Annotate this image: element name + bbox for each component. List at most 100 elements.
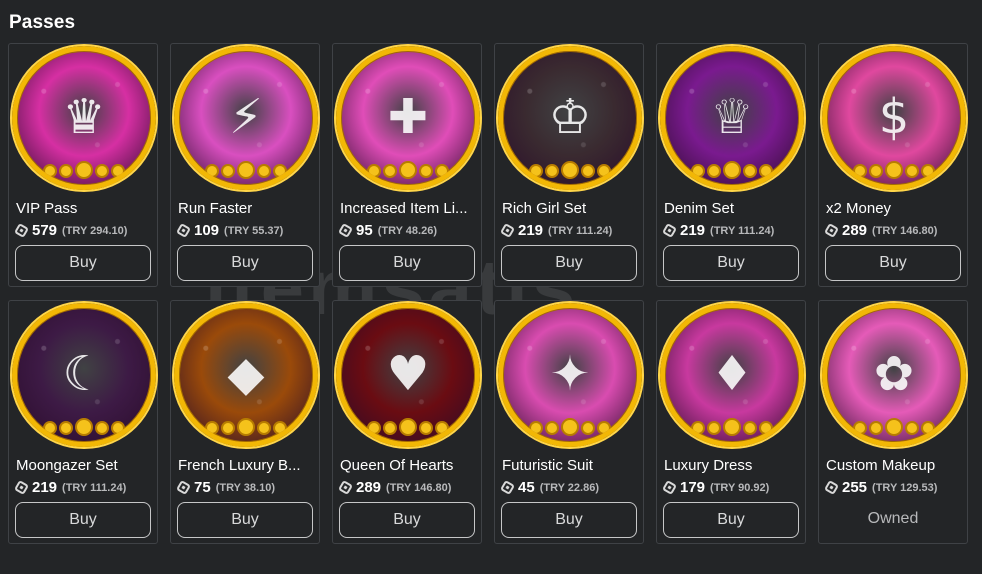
coin-icon xyxy=(435,164,449,178)
coin-icon xyxy=(95,421,109,435)
coin-icon xyxy=(691,421,705,435)
pass-name[interactable]: Custom Makeup xyxy=(826,457,964,474)
buy-button[interactable]: Buy xyxy=(825,245,961,281)
money-bills-icon[interactable]: $ xyxy=(822,46,966,190)
pass-name[interactable]: Run Faster xyxy=(178,200,316,217)
coin-icon xyxy=(237,418,255,436)
pass-name[interactable]: Denim Set xyxy=(664,200,802,217)
rich-girl-avatar-icon[interactable]: ♔ xyxy=(498,46,642,190)
pass-name[interactable]: VIP Pass xyxy=(16,200,154,217)
local-price: (TRY 90.92) xyxy=(710,481,770,494)
coin-icon xyxy=(75,418,93,436)
robux-icon xyxy=(13,222,30,239)
local-price: (TRY 48.26) xyxy=(377,224,437,237)
pass-name[interactable]: Moongazer Set xyxy=(16,457,154,474)
pass-card[interactable]: ♥ Queen Of Hearts 289 (TRY 146.80) Buy xyxy=(332,300,482,544)
vip-crown-icon[interactable]: ♛ xyxy=(12,46,156,190)
pass-card[interactable]: ♦ Luxury Dress 179 (TRY 90.92) Buy xyxy=(656,300,806,544)
buy-button[interactable]: Buy xyxy=(501,245,637,281)
robux-price: 289 xyxy=(842,222,868,239)
robux-price: 219 xyxy=(32,479,58,496)
queen-hearts-avatar-icon[interactable]: ♥ xyxy=(336,303,480,447)
moongazer-avatar-icon[interactable]: ☾ xyxy=(12,303,156,447)
price-row: 579 (TRY 294.10) xyxy=(13,222,128,239)
coin-icon xyxy=(257,164,271,178)
coins-decoration xyxy=(827,418,961,436)
pass-name[interactable]: Luxury Dress xyxy=(664,457,802,474)
pass-card[interactable]: ⚡ Run Faster 109 (TRY 55.37) Buy xyxy=(170,43,320,287)
robux-price: 75 xyxy=(194,479,211,496)
section-title: Passes xyxy=(9,12,76,33)
clothing-plus-icon[interactable]: ✚ xyxy=(336,46,480,190)
pass-card[interactable]: ✿ Custom Makeup 255 (TRY 129.53) Owned xyxy=(818,300,968,544)
robux-icon xyxy=(661,479,678,496)
coin-icon xyxy=(43,421,57,435)
robux-price: 219 xyxy=(680,222,706,239)
robux-price: 95 xyxy=(356,222,373,239)
thumbnail-glyph: ☾ xyxy=(62,346,106,402)
thumbnail-glyph: ♥ xyxy=(386,346,430,402)
coin-icon xyxy=(367,421,381,435)
coin-icon xyxy=(597,421,611,435)
pass-name[interactable]: Rich Girl Set xyxy=(502,200,640,217)
futuristic-suit-icon[interactable]: ✦ xyxy=(498,303,642,447)
coin-icon xyxy=(435,421,449,435)
robux-price: 255 xyxy=(842,479,868,496)
coin-icon xyxy=(545,164,559,178)
coin-icon xyxy=(383,421,397,435)
high-heel-shoe-icon[interactable]: ⚡ xyxy=(174,46,318,190)
denim-avatar-icon[interactable]: ♕ xyxy=(660,46,804,190)
luxury-bag-icon[interactable]: ◆ xyxy=(174,303,318,447)
buy-button[interactable]: Buy xyxy=(15,502,151,538)
buy-button[interactable]: Buy xyxy=(663,245,799,281)
thumbnail-glyph: ♔ xyxy=(548,89,592,145)
coin-icon xyxy=(561,418,579,436)
pass-card[interactable]: ◆ French Luxury B... 75 (TRY 38.10) Buy xyxy=(170,300,320,544)
coin-icon xyxy=(205,421,219,435)
coins-decoration xyxy=(503,161,637,179)
pass-card[interactable]: $ x2 Money 289 (TRY 146.80) Buy xyxy=(818,43,968,287)
pass-name[interactable]: Increased Item Li... xyxy=(340,200,478,217)
price-row: 179 (TRY 90.92) xyxy=(661,479,770,496)
coin-icon xyxy=(707,164,721,178)
buy-button[interactable]: Buy xyxy=(339,502,475,538)
pass-card[interactable]: ☾ Moongazer Set 219 (TRY 111.24) Buy xyxy=(8,300,158,544)
robux-icon xyxy=(499,222,516,239)
buy-button[interactable]: Buy xyxy=(15,245,151,281)
coin-icon xyxy=(273,164,287,178)
pass-card[interactable]: ♔ Rich Girl Set 219 (TRY 111.24) Buy xyxy=(494,43,644,287)
pass-name[interactable]: Queen Of Hearts xyxy=(340,457,478,474)
coin-icon xyxy=(905,164,919,178)
thumbnail-glyph: ⚡ xyxy=(229,89,263,145)
pass-name[interactable]: French Luxury B... xyxy=(178,457,316,474)
thumbnail-glyph: $ xyxy=(878,89,910,145)
coin-icon xyxy=(853,421,867,435)
pass-card[interactable]: ♕ Denim Set 219 (TRY 111.24) Buy xyxy=(656,43,806,287)
coin-icon xyxy=(885,161,903,179)
coin-icon xyxy=(853,164,867,178)
pass-name[interactable]: Futuristic Suit xyxy=(502,457,640,474)
coin-icon xyxy=(723,161,741,179)
coin-icon xyxy=(885,418,903,436)
price-row: 109 (TRY 55.37) xyxy=(175,222,283,239)
pass-card[interactable]: ✚ Increased Item Li... 95 (TRY 48.26) Buy xyxy=(332,43,482,287)
price-row: 219 (TRY 111.24) xyxy=(499,222,612,239)
pass-card[interactable]: ♛ VIP Pass 579 (TRY 294.10) Buy xyxy=(8,43,158,287)
local-price: (TRY 294.10) xyxy=(62,224,128,237)
buy-button[interactable]: Buy xyxy=(501,502,637,538)
robux-price: 45 xyxy=(518,479,535,496)
thumbnail-glyph: ♕ xyxy=(710,89,754,145)
buy-button[interactable]: Buy xyxy=(177,502,313,538)
price-row: 289 (TRY 146.80) xyxy=(823,222,937,239)
buy-button[interactable]: Buy xyxy=(339,245,475,281)
coin-icon xyxy=(237,161,255,179)
coins-decoration xyxy=(665,418,799,436)
coin-icon xyxy=(383,164,397,178)
makeup-face-icon[interactable]: ✿ xyxy=(822,303,966,447)
price-row: 255 (TRY 129.53) xyxy=(823,479,937,496)
buy-button[interactable]: Buy xyxy=(177,245,313,281)
pass-name[interactable]: x2 Money xyxy=(826,200,964,217)
luxury-dress-icon[interactable]: ♦ xyxy=(660,303,804,447)
buy-button[interactable]: Buy xyxy=(663,502,799,538)
pass-card[interactable]: ✦ Futuristic Suit 45 (TRY 22.86) Buy xyxy=(494,300,644,544)
